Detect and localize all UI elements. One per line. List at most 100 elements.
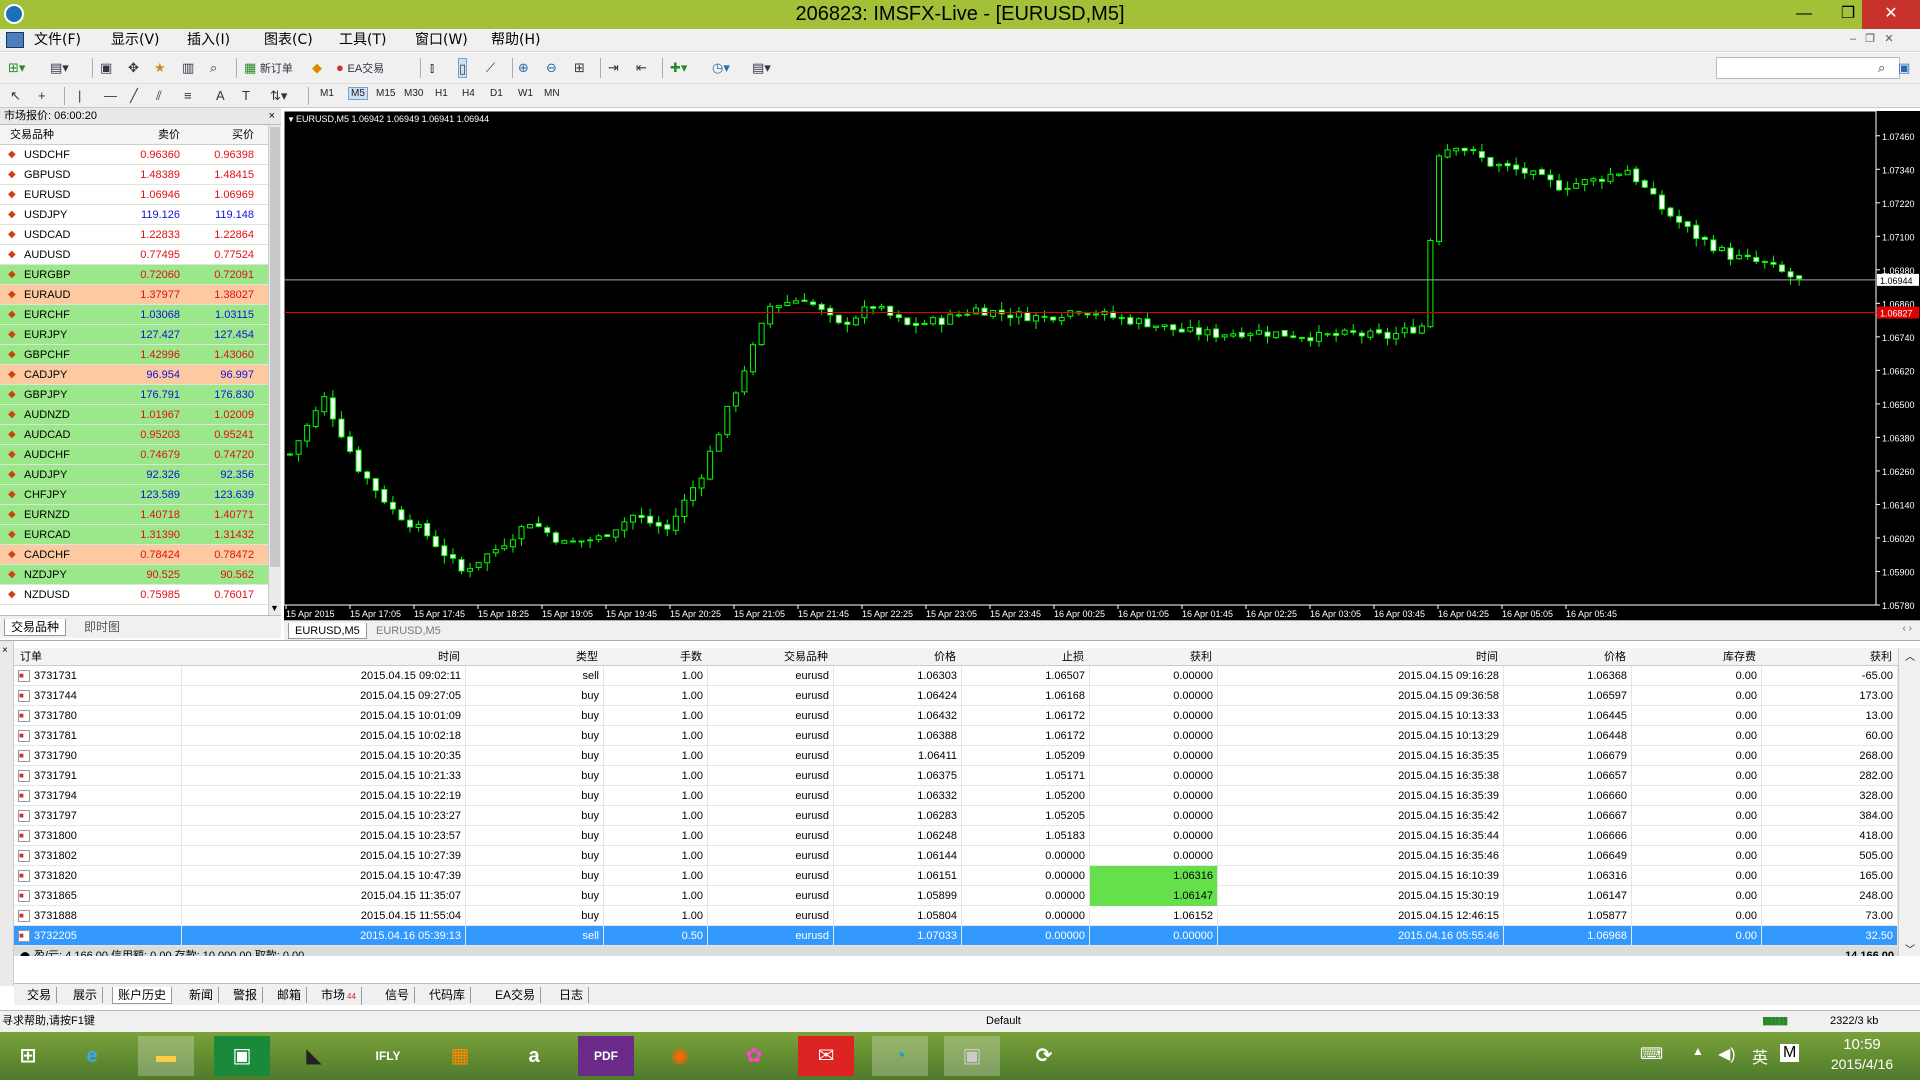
history-row[interactable]: ■ 3731791 2015.04.15 10:21:33 buy 1.00 eurusd… bbox=[14, 766, 1898, 786]
market-row[interactable]: ◆ GBPUSD 1.48389 1.48415 bbox=[0, 165, 268, 185]
history-row[interactable]: ■ 3731797 2015.04.15 10:23:27 buy 1.00 eurusd… bbox=[14, 806, 1898, 826]
pdf-icon[interactable]: PDF bbox=[578, 1036, 634, 1076]
column-header[interactable]: 交易品种 bbox=[708, 648, 828, 668]
terminal-tab[interactable]: 新闻 bbox=[184, 987, 220, 1003]
menu-view[interactable]: 显示(V) bbox=[111, 32, 160, 48]
ifly-icon[interactable]: IFLY bbox=[360, 1036, 416, 1076]
store-icon[interactable]: ▣ bbox=[214, 1036, 270, 1076]
clock-time[interactable]: 10:59 bbox=[1820, 1036, 1904, 1053]
menu-tools[interactable]: 工具(T) bbox=[339, 32, 386, 48]
terminal-tab[interactable]: 邮箱 bbox=[272, 987, 308, 1003]
timeframe-m30[interactable]: M30 bbox=[404, 88, 423, 99]
scroll-up-icon[interactable]: ︿ bbox=[1905, 648, 1915, 663]
search-input[interactable] bbox=[1716, 57, 1900, 79]
minimize-button[interactable]: — bbox=[1782, 0, 1826, 29]
volume-icon[interactable]: ◀) bbox=[1718, 1044, 1736, 1064]
column-header[interactable]: 获利 bbox=[1090, 648, 1212, 668]
column-header[interactable]: 订单 bbox=[20, 648, 182, 668]
terminal-tab[interactable]: 交易 bbox=[22, 987, 58, 1003]
close-button[interactable]: ✕ bbox=[1862, 0, 1920, 29]
channel-icon[interactable]: ⫽ bbox=[156, 86, 162, 106]
column-header[interactable]: 库存费 bbox=[1632, 648, 1756, 668]
column-header[interactable]: 价格 bbox=[834, 648, 956, 668]
market-row[interactable]: ◆ CADJPY 96.954 96.997 bbox=[0, 365, 268, 385]
chart-area[interactable]: 1.07460 1.07340 1.07220 1.07100 1.06980 1.068… bbox=[283, 110, 1920, 620]
menu-insert[interactable]: 插入(I) bbox=[187, 32, 230, 48]
history-row[interactable]: ■ 3731794 2015.04.15 10:22:19 buy 1.00 eurusd… bbox=[14, 786, 1898, 806]
mdi-controls[interactable]: – ❐ ✕ bbox=[1850, 32, 1894, 45]
clock-date[interactable]: 2015/4/16 bbox=[1820, 1056, 1904, 1072]
history-row[interactable]: ■ 3731744 2015.04.15 09:27:05 buy 1.00 eurusd… bbox=[14, 686, 1898, 706]
history-row[interactable]: ■ 3731781 2015.04.15 10:02:18 buy 1.00 eurusd… bbox=[14, 726, 1898, 746]
crosshair-icon[interactable]: + bbox=[38, 86, 46, 106]
header-symbol[interactable]: 交易品种 bbox=[10, 125, 54, 145]
profiles-icon[interactable]: ▤▾ bbox=[50, 58, 69, 78]
market-row[interactable]: ◆ USDJPY 119.126 119.148 bbox=[0, 205, 268, 225]
header-ask[interactable]: 买价 bbox=[182, 125, 254, 145]
metaeditor-icon[interactable]: ◆ bbox=[312, 58, 322, 78]
close-icon[interactable]: × bbox=[2, 645, 8, 656]
terminal-icon[interactable]: ▥ bbox=[182, 58, 194, 78]
column-header[interactable]: 时间 bbox=[1218, 648, 1498, 668]
market-row[interactable]: ◆ NZDJPY 90.525 90.562 bbox=[0, 565, 268, 585]
timeframe-m5[interactable]: M5 bbox=[348, 87, 368, 100]
market-row[interactable]: ◆ AUDUSD 0.77495 0.77524 bbox=[0, 245, 268, 265]
line-chart-icon[interactable]: ⟋ bbox=[486, 58, 495, 78]
market-row[interactable]: ◆ AUDNZD 1.01967 1.02009 bbox=[0, 405, 268, 425]
column-header[interactable]: 手数 bbox=[604, 648, 702, 668]
vertical-line-icon[interactable]: | bbox=[78, 86, 81, 106]
zoom-out-icon[interactable]: ⊖ bbox=[546, 58, 557, 78]
tile-windows-icon[interactable]: ⊞ bbox=[574, 58, 585, 78]
history-row[interactable]: ■ 3731780 2015.04.15 10:01:09 buy 1.00 eurusd… bbox=[14, 706, 1898, 726]
picasa-icon[interactable]: ✿ bbox=[726, 1036, 782, 1076]
new-order-button[interactable]: ▦ 新订单 bbox=[244, 58, 293, 78]
scrollbar-thumb[interactable] bbox=[270, 127, 280, 567]
market-row[interactable]: ◆ EURAUD 1.37977 1.38027 bbox=[0, 285, 268, 305]
market-row[interactable]: ◆ EURGBP 0.72060 0.72091 bbox=[0, 265, 268, 285]
history-row[interactable]: ■ 3732205 2015.04.16 05:39:13 sell 0.50 eurus… bbox=[14, 926, 1898, 946]
indicators-icon[interactable]: ✚▾ bbox=[670, 58, 687, 78]
uc-browser-icon[interactable]: ◉ bbox=[652, 1036, 708, 1076]
timeframe-mn[interactable]: MN bbox=[544, 88, 560, 99]
fibonacci-icon[interactable]: ≡ bbox=[184, 86, 192, 106]
chat-icon[interactable]: ▣ bbox=[1898, 58, 1910, 78]
candlestick-chart[interactable]: 1.074601.073401.072201.071001.069801.068… bbox=[283, 110, 1920, 620]
start-button[interactable]: ⊞ bbox=[0, 1036, 56, 1076]
zoom-in-icon[interactable]: ⊕ bbox=[518, 58, 529, 78]
timeframe-d1[interactable]: D1 bbox=[490, 88, 503, 99]
terminal-tab[interactable]: 日志 bbox=[554, 987, 590, 1003]
market-row[interactable]: ◆ EURJPY 127.427 127.454 bbox=[0, 325, 268, 345]
navigator-icon[interactable]: ★ bbox=[154, 58, 166, 78]
market-row[interactable]: ◆ CHFJPY 123.589 123.639 bbox=[0, 485, 268, 505]
terminal-tab[interactable]: 代码库 bbox=[424, 987, 472, 1003]
terminal-tab[interactable]: 展示 bbox=[68, 987, 104, 1003]
auto-scroll-icon[interactable]: ⇥ bbox=[608, 58, 619, 78]
mt4-icon[interactable]: ◔ bbox=[872, 1036, 928, 1076]
new-chart-icon[interactable]: ⊞▾ bbox=[8, 58, 25, 78]
periods-icon[interactable]: ◷▾ bbox=[712, 58, 730, 78]
close-icon[interactable]: × bbox=[269, 108, 275, 125]
terminal-scrollbar[interactable]: ︿ ﹀ bbox=[1898, 648, 1920, 956]
cursor-icon[interactable]: ↖ bbox=[10, 86, 21, 106]
keyboard-icon[interactable]: ⌨ bbox=[1640, 1044, 1663, 1064]
menu-file[interactable]: 文件(F) bbox=[34, 32, 81, 48]
ime-language[interactable]: 英 bbox=[1752, 1044, 1768, 1068]
menu-help[interactable]: 帮助(H) bbox=[491, 32, 540, 48]
market-row[interactable]: ◆ GBPCHF 1.42996 1.43060 bbox=[0, 345, 268, 365]
menu-window[interactable]: 窗口(W) bbox=[415, 32, 468, 48]
market-row[interactable]: ◆ NZDUSD 0.75985 0.76017 bbox=[0, 585, 268, 605]
wing-icon[interactable]: ◣ bbox=[286, 1036, 342, 1076]
terminal-tab[interactable]: EA交易 bbox=[490, 987, 542, 1003]
data-window-icon[interactable]: ✥ bbox=[128, 58, 139, 78]
column-header[interactable]: 价格 bbox=[1504, 648, 1626, 668]
market-row[interactable]: ◆ EURUSD 1.06946 1.06969 bbox=[0, 185, 268, 205]
terminal-tab[interactable]: 信号 bbox=[380, 987, 416, 1003]
file-explorer-icon[interactable]: ▬ bbox=[138, 1036, 194, 1076]
history-row[interactable]: ■ 3731731 2015.04.15 09:02:11 sell 1.00 eurus… bbox=[14, 666, 1898, 686]
text-icon[interactable]: A bbox=[216, 86, 225, 106]
market-row[interactable]: ◆ EURCHF 1.03068 1.03115 bbox=[0, 305, 268, 325]
terminal-tab[interactable]: 警报 bbox=[228, 987, 264, 1003]
history-row[interactable]: ■ 3731790 2015.04.15 10:20:35 buy 1.00 eurusd… bbox=[14, 746, 1898, 766]
trendline-icon[interactable]: ╱ bbox=[130, 86, 138, 106]
amazon-icon[interactable]: a bbox=[506, 1036, 562, 1076]
